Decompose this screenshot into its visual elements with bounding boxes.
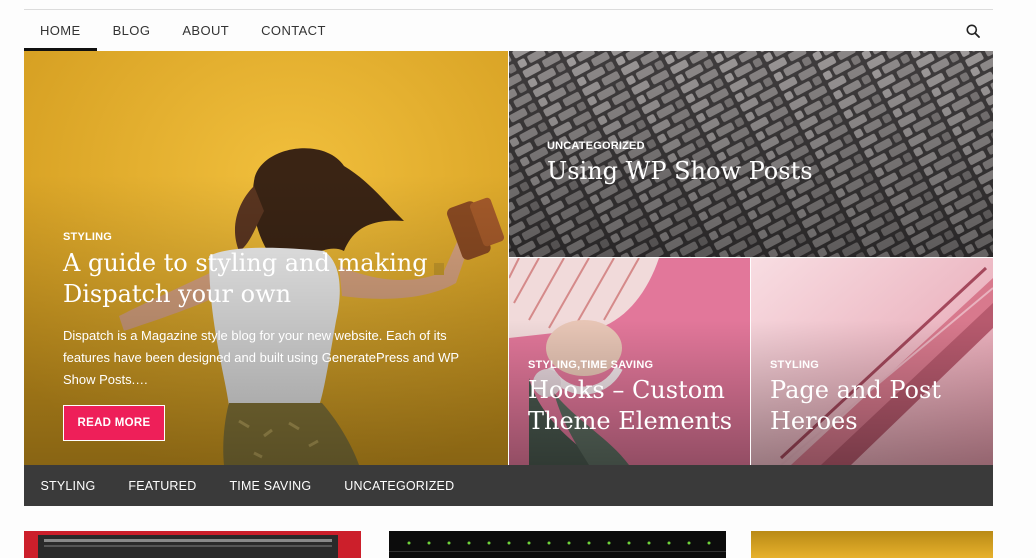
post-card-2[interactable] — [389, 531, 726, 558]
category-link-uncategorized[interactable]: UNCATEGORIZED — [328, 479, 471, 493]
category-link-time-saving[interactable]: TIME SAVING — [213, 479, 328, 493]
featured-post-top-right[interactable]: UNCATEGORIZED Using WP Show Posts — [509, 51, 993, 257]
bottom-left-title[interactable]: Hooks – Custom Theme Elements — [528, 375, 743, 437]
main-excerpt: Dispatch is a Magazine style blog for yo… — [63, 328, 459, 387]
bottom-left-title-wrap: Hooks – Custom Theme Elements — [528, 375, 743, 437]
top-right-content: UNCATEGORIZED — [547, 140, 645, 152]
search-button[interactable] — [953, 10, 993, 51]
post-image-bricks — [509, 51, 993, 257]
main-excerpt-wrap: Dispatch is a Magazine style blog for yo… — [63, 325, 483, 391]
nav-home[interactable]: HOME — [24, 10, 97, 51]
post-card-3[interactable] — [751, 531, 993, 558]
main-title[interactable]: A guide to styling and making Dispatch y… — [63, 248, 443, 310]
featured-post-bottom-right[interactable]: STYLING Page and Post Heroes — [751, 258, 993, 465]
bottom-left-content: STYLING,TIME SAVING — [528, 359, 653, 371]
read-more-button[interactable]: READ MORE — [63, 405, 165, 441]
post-card-image-3 — [751, 531, 993, 558]
top-right-category[interactable]: UNCATEGORIZED — [547, 140, 645, 152]
main-title-wrap: A guide to styling and making Dispatch y… — [63, 248, 443, 310]
search-icon — [966, 24, 980, 38]
bottom-right-category[interactable]: STYLING — [770, 359, 819, 371]
bottom-right-title[interactable]: Page and Post Heroes — [770, 375, 985, 437]
nav-blog[interactable]: BLOG — [97, 10, 167, 51]
post-card-image-2 — [389, 531, 726, 558]
category-link-featured[interactable]: FEATURED — [112, 479, 213, 493]
main-category[interactable]: STYLING — [63, 231, 112, 243]
post-card-image-1 — [24, 531, 361, 558]
category-link-styling[interactable]: STYLING — [24, 479, 112, 493]
top-right-title[interactable]: Using WP Show Posts — [547, 156, 967, 187]
main-content: STYLING — [63, 231, 112, 243]
bottom-right-title-wrap: Page and Post Heroes — [770, 375, 985, 437]
featured-post-bottom-left[interactable]: STYLING,TIME SAVING Hooks – Custom Theme… — [509, 258, 750, 465]
nav-about[interactable]: ABOUT — [166, 10, 245, 51]
top-right-title-wrap: Using WP Show Posts — [547, 156, 967, 187]
category-bar: STYLING FEATURED TIME SAVING UNCATEGORIZ… — [24, 465, 993, 506]
featured-posts-grid: STYLING A guide to styling and making Di… — [24, 51, 993, 465]
bottom-left-category[interactable]: STYLING,TIME SAVING — [528, 359, 653, 371]
main-navigation: HOME BLOG ABOUT CONTACT — [24, 10, 993, 51]
nav-contact[interactable]: CONTACT — [245, 10, 342, 51]
featured-post-main[interactable]: STYLING A guide to styling and making Di… — [24, 51, 508, 465]
post-card-1[interactable] — [24, 531, 361, 558]
bottom-right-content: STYLING — [770, 359, 819, 371]
